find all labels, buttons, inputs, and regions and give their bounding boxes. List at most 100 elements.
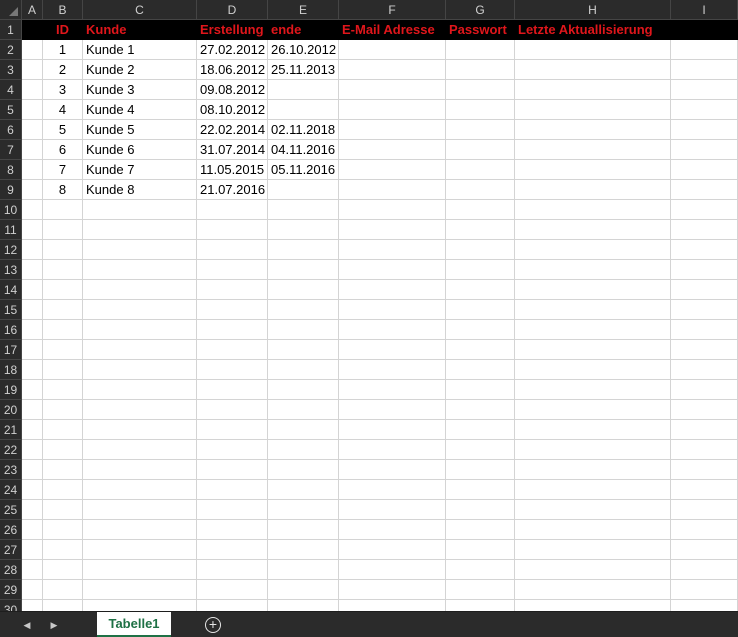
row-header-27[interactable]: 27	[0, 540, 22, 560]
cell-a29[interactable]	[22, 580, 43, 600]
cell-c8[interactable]: Kunde 7	[83, 160, 197, 180]
cell-f6[interactable]	[339, 120, 446, 140]
cell-f15[interactable]	[339, 300, 446, 320]
row-header-29[interactable]: 29	[0, 580, 22, 600]
header-cell-i[interactable]	[671, 20, 738, 40]
cell-c15[interactable]	[83, 300, 197, 320]
cell-c25[interactable]	[83, 500, 197, 520]
cell-h9[interactable]	[515, 180, 671, 200]
cell-a16[interactable]	[22, 320, 43, 340]
cell-i24[interactable]	[671, 480, 738, 500]
cell-i18[interactable]	[671, 360, 738, 380]
row-header-18[interactable]: 18	[0, 360, 22, 380]
cell-g7[interactable]	[446, 140, 515, 160]
cell-e3[interactable]: 25.11.2013	[268, 60, 339, 80]
cell-h16[interactable]	[515, 320, 671, 340]
cell-g10[interactable]	[446, 200, 515, 220]
cell-c13[interactable]	[83, 260, 197, 280]
row-header-25[interactable]: 25	[0, 500, 22, 520]
cell-b18[interactable]	[43, 360, 83, 380]
cell-d2[interactable]: 27.02.2012	[197, 40, 268, 60]
cell-d17[interactable]	[197, 340, 268, 360]
cell-b13[interactable]	[43, 260, 83, 280]
cell-i11[interactable]	[671, 220, 738, 240]
header-cell-f[interactable]: E-Mail Adresse	[339, 20, 446, 40]
cell-f9[interactable]	[339, 180, 446, 200]
column-header-c[interactable]: C	[83, 0, 197, 20]
cell-c18[interactable]	[83, 360, 197, 380]
cell-e19[interactable]	[268, 380, 339, 400]
cell-h29[interactable]	[515, 580, 671, 600]
cell-g28[interactable]	[446, 560, 515, 580]
cell-b6[interactable]: 5	[43, 120, 83, 140]
cell-a8[interactable]	[22, 160, 43, 180]
cell-h10[interactable]	[515, 200, 671, 220]
cell-d13[interactable]	[197, 260, 268, 280]
cell-c14[interactable]	[83, 280, 197, 300]
row-header-16[interactable]: 16	[0, 320, 22, 340]
cell-e24[interactable]	[268, 480, 339, 500]
cell-g17[interactable]	[446, 340, 515, 360]
cell-i14[interactable]	[671, 280, 738, 300]
cell-d24[interactable]	[197, 480, 268, 500]
cell-e21[interactable]	[268, 420, 339, 440]
select-all-corner[interactable]	[0, 0, 22, 20]
cell-a3[interactable]	[22, 60, 43, 80]
cell-d30[interactable]	[197, 600, 268, 611]
cell-c23[interactable]	[83, 460, 197, 480]
cell-b11[interactable]	[43, 220, 83, 240]
cell-c5[interactable]: Kunde 4	[83, 100, 197, 120]
cell-f8[interactable]	[339, 160, 446, 180]
cell-f22[interactable]	[339, 440, 446, 460]
cell-e9[interactable]	[268, 180, 339, 200]
cell-a9[interactable]	[22, 180, 43, 200]
cell-e10[interactable]	[268, 200, 339, 220]
row-header-17[interactable]: 17	[0, 340, 22, 360]
cell-e20[interactable]	[268, 400, 339, 420]
cell-b2[interactable]: 1	[43, 40, 83, 60]
cell-g30[interactable]	[446, 600, 515, 611]
cell-c2[interactable]: Kunde 1	[83, 40, 197, 60]
cell-a7[interactable]	[22, 140, 43, 160]
cell-b29[interactable]	[43, 580, 83, 600]
row-header-15[interactable]: 15	[0, 300, 22, 320]
header-cell-e[interactable]: ende	[268, 20, 339, 40]
column-header-h[interactable]: H	[515, 0, 671, 20]
cell-d26[interactable]	[197, 520, 268, 540]
cell-f3[interactable]	[339, 60, 446, 80]
cell-i13[interactable]	[671, 260, 738, 280]
cell-e11[interactable]	[268, 220, 339, 240]
cell-b14[interactable]	[43, 280, 83, 300]
cell-d3[interactable]: 18.06.2012	[197, 60, 268, 80]
cell-g12[interactable]	[446, 240, 515, 260]
cell-h17[interactable]	[515, 340, 671, 360]
cell-i19[interactable]	[671, 380, 738, 400]
row-header-30[interactable]: 30	[0, 600, 22, 611]
cell-d14[interactable]	[197, 280, 268, 300]
cell-g21[interactable]	[446, 420, 515, 440]
row-header-5[interactable]: 5	[0, 100, 22, 120]
cell-i12[interactable]	[671, 240, 738, 260]
row-header-7[interactable]: 7	[0, 140, 22, 160]
cell-d27[interactable]	[197, 540, 268, 560]
cell-c30[interactable]	[83, 600, 197, 611]
cell-e16[interactable]	[268, 320, 339, 340]
cell-e22[interactable]	[268, 440, 339, 460]
sheet-tab-tabelle1[interactable]: Tabelle1	[97, 612, 171, 637]
cell-e4[interactable]	[268, 80, 339, 100]
cell-c16[interactable]	[83, 320, 197, 340]
cell-d19[interactable]	[197, 380, 268, 400]
cell-h12[interactable]	[515, 240, 671, 260]
cell-c24[interactable]	[83, 480, 197, 500]
cell-e28[interactable]	[268, 560, 339, 580]
cell-h15[interactable]	[515, 300, 671, 320]
cell-c26[interactable]	[83, 520, 197, 540]
cell-f26[interactable]	[339, 520, 446, 540]
row-header-13[interactable]: 13	[0, 260, 22, 280]
cell-h22[interactable]	[515, 440, 671, 460]
cell-h5[interactable]	[515, 100, 671, 120]
row-header-12[interactable]: 12	[0, 240, 22, 260]
cell-d29[interactable]	[197, 580, 268, 600]
cell-g3[interactable]	[446, 60, 515, 80]
cell-a20[interactable]	[22, 400, 43, 420]
